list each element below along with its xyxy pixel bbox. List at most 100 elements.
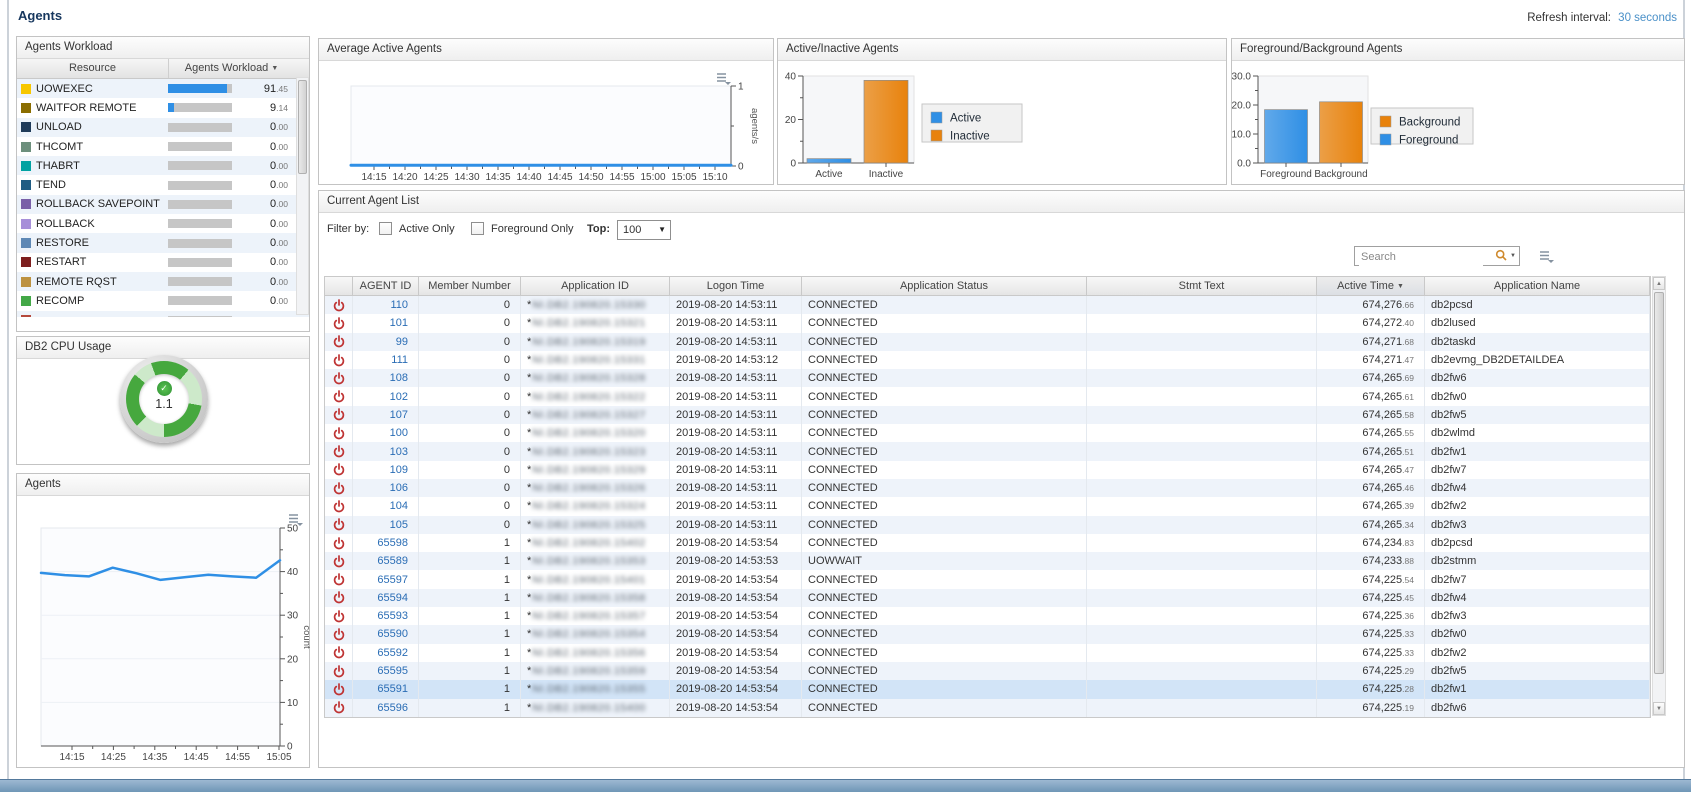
refresh-value-link[interactable]: 30 seconds <box>1618 12 1677 24</box>
power-icon[interactable] <box>333 537 345 550</box>
agent-id-link[interactable]: 99 <box>396 336 408 348</box>
agent-id-link[interactable]: 65597 <box>377 574 408 586</box>
power-icon[interactable] <box>333 610 345 623</box>
agent-id-link[interactable]: 102 <box>390 391 408 403</box>
foreground-only-checkbox[interactable] <box>471 222 484 235</box>
column-header-member-number[interactable]: Member Number <box>419 277 521 295</box>
agent-row[interactable]: 655901*NI.DB2.190820.153542019-08-20 14:… <box>325 625 1650 643</box>
agent-id-link[interactable]: 100 <box>390 427 408 439</box>
table-options-icon[interactable] <box>1538 249 1554 263</box>
agent-row[interactable]: 1100*NI.DB2.190820.153302019-08-20 14:53… <box>325 296 1650 314</box>
agent-id-link[interactable]: 65589 <box>377 555 408 567</box>
power-icon[interactable] <box>333 372 345 385</box>
workload-row[interactable]: THABRT0.00 <box>17 156 309 175</box>
agent-id-link[interactable]: 104 <box>390 500 408 512</box>
agent-row[interactable]: 655961*NI.DB2.190820.154002019-08-20 14:… <box>325 699 1650 717</box>
workload-row[interactable]: REMOTE RQST0.00 <box>17 272 309 291</box>
agent-id-link[interactable]: 101 <box>390 317 408 329</box>
power-icon[interactable] <box>333 646 345 659</box>
power-icon[interactable] <box>333 500 345 513</box>
search-icon[interactable] <box>1495 249 1508 262</box>
agent-id-link[interactable]: 65596 <box>377 702 408 714</box>
agent-row[interactable]: 655931*NI.DB2.190820.153572019-08-20 14:… <box>325 607 1650 625</box>
agent-row[interactable]: 655971*NI.DB2.190820.154012019-08-20 14:… <box>325 570 1650 588</box>
power-icon[interactable] <box>333 335 345 348</box>
agent-id-link[interactable]: 105 <box>390 519 408 531</box>
agent-row[interactable]: 1000*NI.DB2.190820.153202019-08-20 14:53… <box>325 424 1650 442</box>
agent-id-link[interactable]: 65592 <box>377 647 408 659</box>
agent-id-link[interactable]: 110 <box>390 299 408 311</box>
workload-row[interactable]: UOWEXEC91.45 <box>17 79 309 98</box>
agent-id-link[interactable]: 109 <box>390 464 408 476</box>
agent-row[interactable]: 1110*NI.DB2.190820.153312019-08-20 14:53… <box>325 351 1650 369</box>
power-icon[interactable] <box>333 701 345 714</box>
power-icon[interactable] <box>333 390 345 403</box>
agent-id-link[interactable]: 65594 <box>377 592 408 604</box>
workload-row[interactable]: ROLLBACK0.00 <box>17 214 309 233</box>
workload-row[interactable]: TEND0.00 <box>17 175 309 194</box>
column-header-active-time[interactable]: Active Time▼ <box>1317 277 1425 295</box>
agent-id-link[interactable]: 65590 <box>377 628 408 640</box>
agent-row[interactable]: 1080*NI.DB2.190820.153282019-08-20 14:53… <box>325 369 1650 387</box>
workload-row[interactable]: RECOMP0.00 <box>17 291 309 310</box>
power-icon[interactable] <box>333 354 345 367</box>
workload-row[interactable]: UNLOAD0.00 <box>17 118 309 137</box>
workload-row[interactable]: THCOMT0.00 <box>17 137 309 156</box>
column-header-stmt-text[interactable]: Stmt Text <box>1087 277 1317 295</box>
agent-row[interactable]: 990*NI.DB2.190820.153192019-08-20 14:53:… <box>325 333 1650 351</box>
agent-id-link[interactable]: 107 <box>390 409 408 421</box>
agent-row[interactable]: 1060*NI.DB2.190820.153262019-08-20 14:53… <box>325 479 1650 497</box>
agent-table-scrollbar-thumb[interactable] <box>1654 292 1664 674</box>
power-icon[interactable] <box>333 427 345 440</box>
agent-id-link[interactable]: 65591 <box>377 683 408 695</box>
workload-scrollbar[interactable] <box>296 77 309 315</box>
agent-row[interactable]: 1010*NI.DB2.190820.153212019-08-20 14:53… <box>325 314 1650 332</box>
agent-id-link[interactable]: 111 <box>391 354 408 366</box>
agent-row[interactable]: 1090*NI.DB2.190820.153292019-08-20 14:53… <box>325 461 1650 479</box>
column-agents-workload[interactable]: Agents Workload▼ <box>169 59 294 78</box>
top-select[interactable]: 100 ▼ <box>617 220 671 240</box>
agent-id-link[interactable]: 103 <box>390 446 408 458</box>
agent-id-link[interactable]: 65593 <box>377 610 408 622</box>
scroll-down-button[interactable]: ▼ <box>1653 702 1665 715</box>
agent-row[interactable]: 1020*NI.DB2.190820.153222019-08-20 14:53… <box>325 387 1650 405</box>
workload-row[interactable]: WAITFOR REMOTE9.14 <box>17 98 309 117</box>
workload-scrollbar-thumb[interactable] <box>298 80 307 174</box>
column-header-application-name[interactable]: Application Name <box>1425 277 1650 295</box>
power-icon[interactable] <box>333 555 345 568</box>
agent-row[interactable]: 655921*NI.DB2.190820.153562019-08-20 14:… <box>325 644 1650 662</box>
workload-row[interactable]: RESTART0.00 <box>17 253 309 272</box>
agent-row[interactable]: 655941*NI.DB2.190820.153582019-08-20 14:… <box>325 589 1650 607</box>
column-header-actions[interactable] <box>325 277 353 295</box>
column-header-application-status[interactable]: Application Status <box>802 277 1087 295</box>
power-icon[interactable] <box>333 408 345 421</box>
agent-row[interactable]: 1040*NI.DB2.190820.153242019-08-20 14:53… <box>325 497 1650 515</box>
agent-id-link[interactable]: 106 <box>390 482 408 494</box>
agent-row[interactable]: 655951*NI.DB2.190820.153592019-08-20 14:… <box>325 662 1650 680</box>
column-header-application-id[interactable]: Application ID <box>521 277 670 295</box>
agent-id-link[interactable]: 65598 <box>377 537 408 549</box>
workload-row[interactable]: RESTORE0.00 <box>17 233 309 252</box>
column-header-agent-id[interactable]: AGENT ID <box>353 277 419 295</box>
agent-row[interactable]: 655891*NI.DB2.190820.153532019-08-20 14:… <box>325 552 1650 570</box>
agent-row[interactable]: 655981*NI.DB2.190820.154022019-08-20 14:… <box>325 534 1650 552</box>
power-icon[interactable] <box>333 445 345 458</box>
agent-row[interactable]: 1030*NI.DB2.190820.153232019-08-20 14:53… <box>325 442 1650 460</box>
scroll-up-button[interactable]: ▲ <box>1653 277 1665 290</box>
power-icon[interactable] <box>333 299 345 312</box>
agent-table-scrollbar[interactable]: ▲ ▼ <box>1652 276 1666 716</box>
search-input[interactable] <box>1359 248 1483 266</box>
power-icon[interactable] <box>333 683 345 696</box>
search-options-caret-icon[interactable]: ▼ <box>1510 253 1516 259</box>
power-icon[interactable] <box>333 573 345 586</box>
agent-row[interactable]: 1070*NI.DB2.190820.153272019-08-20 14:53… <box>325 406 1650 424</box>
workload-row[interactable]: ROLLBACK SAVEPOINT0.00 <box>17 195 309 214</box>
agent-row[interactable]: 1050*NI.DB2.190820.153252019-08-20 14:53… <box>325 516 1650 534</box>
power-icon[interactable] <box>333 665 345 678</box>
agent-row[interactable]: 655911*NI.DB2.190820.153552019-08-20 14:… <box>325 680 1650 698</box>
column-header-logon-time[interactable]: Logon Time <box>670 277 802 295</box>
power-icon[interactable] <box>333 518 345 531</box>
power-icon[interactable] <box>333 482 345 495</box>
power-icon[interactable] <box>333 317 345 330</box>
column-resource[interactable]: Resource <box>17 59 169 78</box>
